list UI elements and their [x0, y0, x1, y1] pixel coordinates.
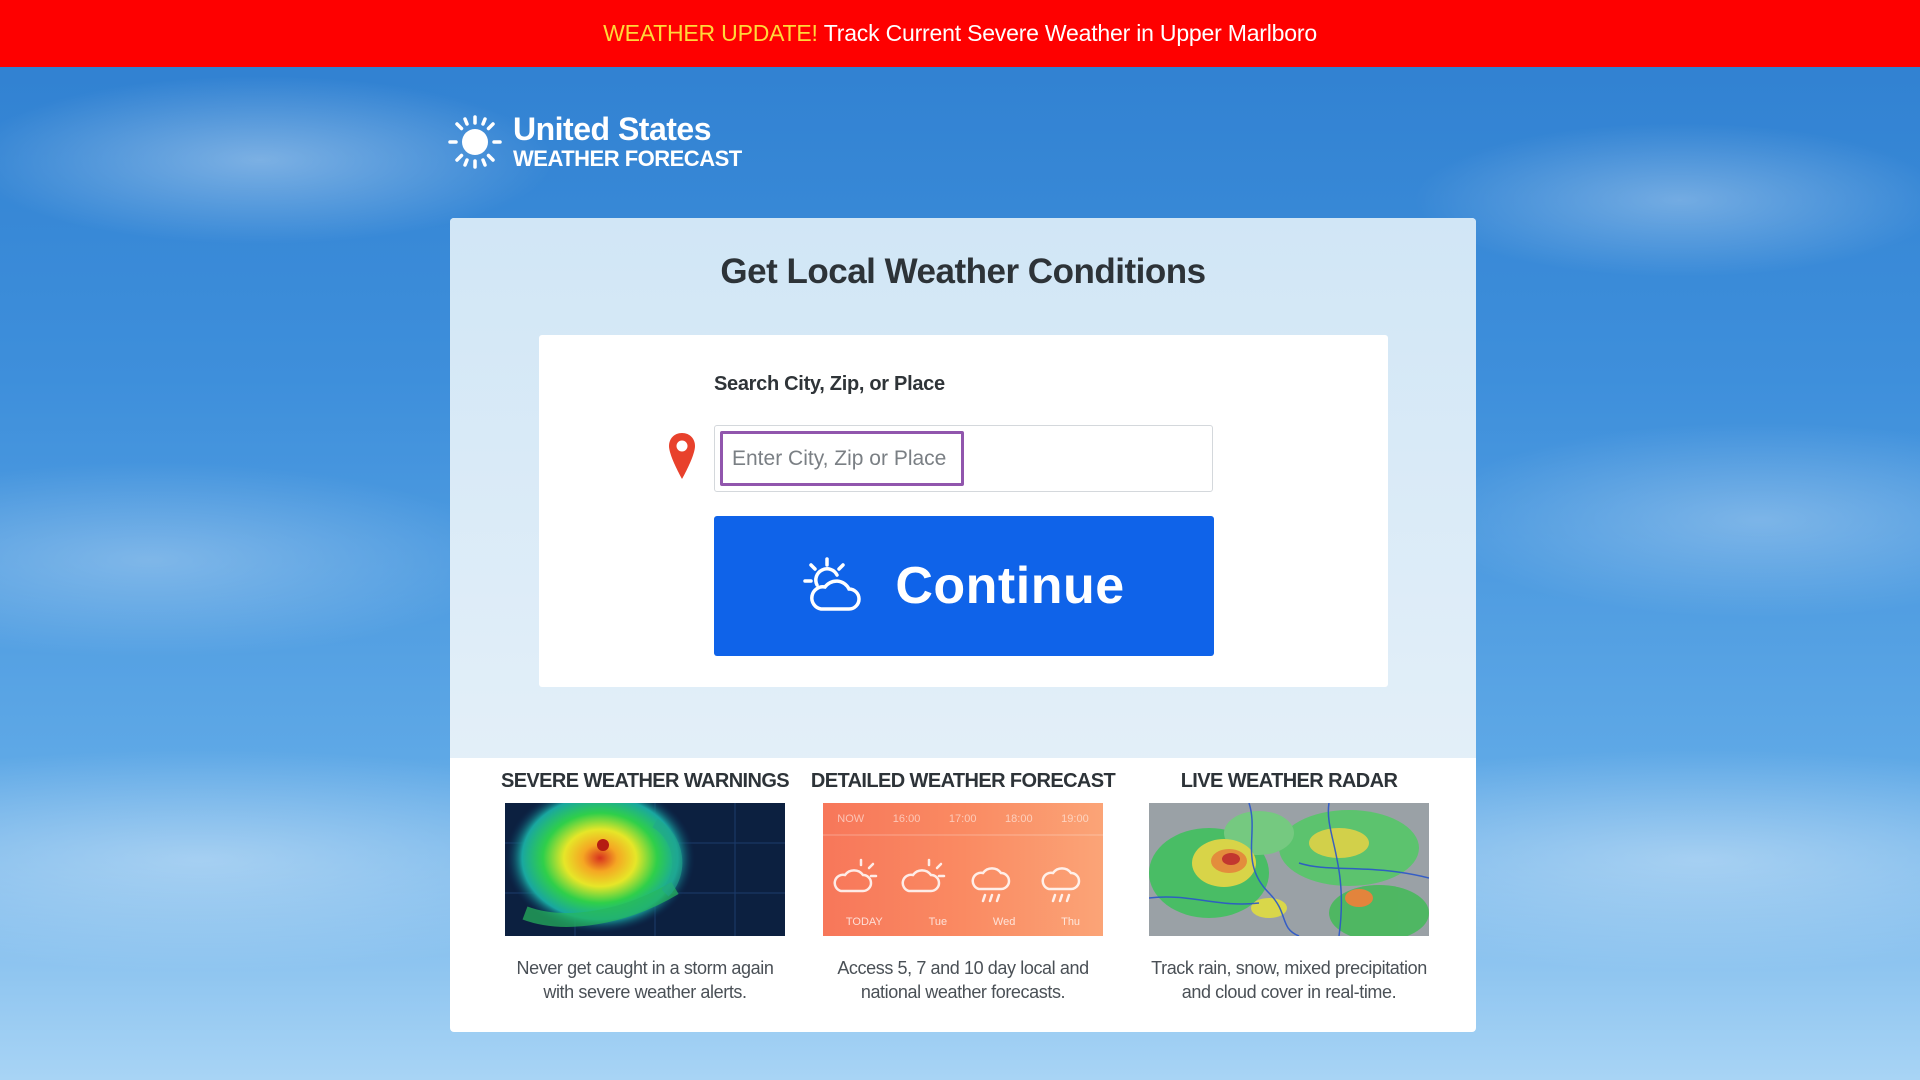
logo-title: United States: [513, 111, 711, 147]
sun-cloud-icon: [803, 557, 862, 611]
card-header-panel: Get Local Weather Conditions Search City…: [450, 218, 1476, 758]
card-title: Get Local Weather Conditions: [720, 252, 1206, 291]
search-form: Search City, Zip, or Place Enter City, Z…: [539, 335, 1388, 687]
feature-title: DETAILED WEATHER FORECAST: [810, 770, 1116, 792]
forecast-day: Wed: [992, 916, 1016, 928]
feature-title: LIVE WEATHER RADAR: [1180, 770, 1398, 792]
feature-detailed-forecast: DETAILED WEATHER FORECAST NOW 16:00 17:0…: [800, 758, 1126, 1004]
forecast-day: TODAY: [845, 916, 883, 928]
forecast-day: Thu: [1061, 916, 1081, 928]
alert-text: Track Current Severe Weather in Upper Ma…: [823, 20, 1317, 46]
site-logo[interactable]: United States WEATHER FORECAST: [447, 112, 742, 172]
logo-subtitle: WEATHER FORECAST: [513, 146, 742, 171]
feature-title: SEVERE WEATHER WARNINGS: [500, 770, 790, 792]
radar-map-image: [1149, 803, 1429, 936]
feature-description: Access 5, 7 and 10 day local and nationa…: [837, 958, 1089, 1002]
features-section: SEVERE WEATHER WARNINGS Never get caught…: [450, 758, 1476, 1032]
search-input[interactable]: [720, 431, 964, 486]
search-input-wrapper[interactable]: [714, 425, 1213, 492]
weather-search-card: Get Local Weather Conditions Search City…: [450, 218, 1476, 1032]
sun-icon: [448, 115, 502, 169]
feature-description: Never get caught in a storm again with s…: [516, 958, 774, 1002]
continue-button[interactable]: Continue: [714, 516, 1214, 656]
feature-severe-warnings: SEVERE WEATHER WARNINGS Never get caught…: [482, 758, 808, 1004]
weather-alert-banner[interactable]: WEATHER UPDATE! Track Current Severe Wea…: [0, 0, 1920, 67]
continue-label: Continue: [895, 557, 1125, 615]
forecast-preview-image: NOW 16:00 17:00 18:00 19:00 TODAY Tue We…: [823, 803, 1103, 936]
hurricane-satellite-image: [505, 803, 785, 936]
feature-description: Track rain, snow, mixed precipitation an…: [1151, 958, 1427, 1002]
feature-live-radar: LIVE WEATHER RADAR Track rain, snow, mix…: [1126, 758, 1452, 1004]
alert-highlight: WEATHER UPDATE!: [603, 20, 818, 46]
map-pin-icon: [669, 433, 695, 479]
logo-text: United States WEATHER FORECAST: [513, 112, 742, 172]
forecast-day: Tue: [928, 916, 948, 928]
search-label: Search City, Zip, or Place: [714, 373, 945, 395]
